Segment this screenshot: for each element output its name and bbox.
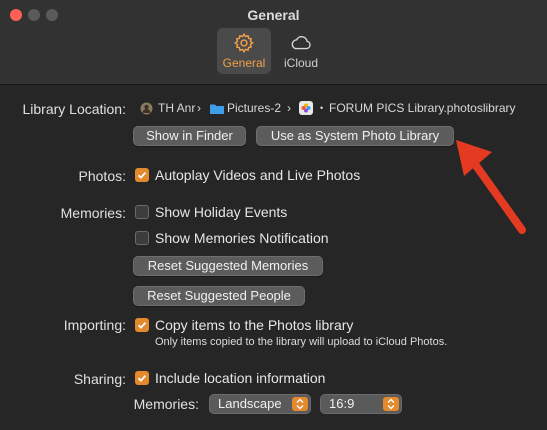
- chevron-updown-icon: [383, 397, 399, 411]
- sharing-label: Sharing:: [73, 371, 126, 387]
- aspect-value: 16:9: [329, 396, 355, 411]
- tab-icloud-label: iCloud: [283, 56, 319, 70]
- tab-general[interactable]: General: [217, 28, 271, 74]
- include-location-label: Include location information: [155, 370, 326, 386]
- checkmark-icon: [137, 171, 147, 179]
- chevron-right-icon: ›: [197, 101, 201, 115]
- copy-items-checkbox[interactable]: [135, 318, 149, 332]
- import-note: Only items copied to the library will up…: [155, 336, 448, 348]
- sharing-memories-label: Memories:: [133, 396, 199, 412]
- aspect-ratio-popup[interactable]: 16:9: [320, 394, 402, 414]
- annotation-arrow-icon: [456, 140, 526, 234]
- cloud-icon: [291, 36, 311, 50]
- reset-suggested-people-button[interactable]: Reset Suggested People: [133, 286, 305, 306]
- orientation-popup[interactable]: Landscape: [209, 394, 311, 414]
- library-location-label: Library Location:: [22, 101, 126, 117]
- titlebar: General General iCloud: [0, 0, 547, 85]
- path-separator: •: [320, 103, 324, 113]
- importing-label: Importing:: [63, 317, 126, 333]
- holiday-events-checkbox[interactable]: [135, 205, 149, 219]
- path-folder: Pictures-2: [227, 101, 282, 115]
- checkmark-icon: [137, 374, 147, 382]
- use-as-system-photo-library-button[interactable]: Use as System Photo Library: [256, 126, 454, 146]
- include-location-checkbox[interactable]: [135, 371, 149, 385]
- path-library: FORUM PICS Library.photoslibrary: [329, 101, 516, 115]
- show-in-finder-button[interactable]: Show in Finder: [133, 126, 246, 146]
- orientation-value: Landscape: [218, 396, 282, 411]
- chevron-updown-icon: [292, 397, 308, 411]
- memories-notification-checkbox[interactable]: [135, 231, 149, 245]
- user-home-icon: [140, 102, 153, 115]
- autoplay-label: Autoplay Videos and Live Photos: [155, 167, 361, 183]
- copy-items-label: Copy items to the Photos library: [155, 317, 354, 333]
- tab-general-label: General: [222, 56, 266, 70]
- checkmark-icon: [137, 321, 147, 329]
- window-title: General: [247, 7, 300, 23]
- photos-label: Photos:: [78, 168, 126, 184]
- path-user: TH Anr: [158, 101, 196, 115]
- holiday-events-label: Show Holiday Events: [155, 204, 288, 220]
- chevron-right-icon: ›: [287, 101, 291, 115]
- autoplay-checkbox[interactable]: [135, 168, 149, 182]
- reset-suggested-memories-button[interactable]: Reset Suggested Memories: [133, 256, 323, 276]
- memories-label: Memories:: [60, 205, 126, 221]
- memories-notification-label: Show Memories Notification: [155, 230, 329, 246]
- tab-icloud[interactable]: iCloud: [274, 28, 328, 74]
- folder-icon: [210, 104, 224, 114]
- photos-library-icon: [299, 101, 313, 115]
- gear-icon: [233, 32, 254, 54]
- preferences-window: General General iCloud Library Location:…: [0, 0, 547, 430]
